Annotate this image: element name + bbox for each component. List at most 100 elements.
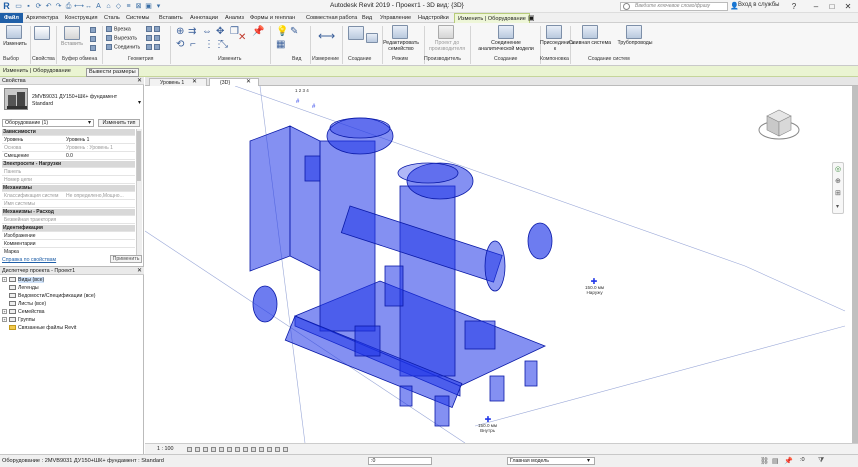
lock-view-icon[interactable] (243, 447, 248, 452)
panel-select[interactable]: Выбор (3, 56, 19, 62)
tab-insert[interactable]: Вставить (159, 13, 183, 23)
select-pinned-icon[interactable]: 📌 (784, 457, 793, 465)
join-button[interactable]: Соединить (106, 44, 140, 50)
thin-lines-icon[interactable]: ≡ (124, 2, 133, 11)
print-icon[interactable]: ⎙ (64, 2, 73, 11)
select-underlay-icon[interactable]: ▤ (772, 457, 779, 465)
reveal-hidden-icon[interactable] (259, 447, 264, 452)
tab-manage[interactable]: Управление (380, 13, 411, 23)
viewcube-icon[interactable] (757, 100, 801, 144)
dimension-icon[interactable]: ↔ (84, 2, 93, 11)
sync-icon[interactable]: ⟳ (34, 2, 43, 11)
scale-icon[interactable]: ⤡ (220, 39, 228, 50)
tab-level-1-close-icon[interactable]: ✕ (192, 78, 197, 85)
graphics-icon[interactable]: ▦ (276, 39, 285, 50)
tab-collaborate[interactable]: Совместная работа (306, 13, 357, 23)
rotate-icon[interactable]: ⟲ (176, 39, 184, 50)
property-row[interactable]: Номер цепи (2, 177, 135, 184)
connect-analytic-icon[interactable] (498, 25, 514, 39)
property-group[interactable]: Зависимости (2, 129, 135, 136)
tab-annotate[interactable]: Аннотации (190, 13, 218, 23)
expand-icon[interactable]: + (2, 309, 7, 315)
section-icon[interactable]: ◇ (114, 2, 123, 11)
detail-level-icon[interactable] (187, 447, 192, 452)
text-icon[interactable]: A (94, 2, 103, 11)
edit-type-button[interactable]: Изменить тип (98, 119, 140, 127)
navbar-menu-icon[interactable]: ▾ (836, 203, 839, 210)
redo-icon[interactable]: ↷ (54, 2, 63, 11)
match-icon[interactable] (90, 45, 98, 51)
property-row[interactable]: Смещение 0.0 (2, 153, 135, 160)
crop-view-icon[interactable] (227, 447, 232, 452)
switch-windows-icon[interactable]: ▣ (144, 2, 153, 11)
property-value[interactable]: Уровень 1 (66, 137, 89, 144)
cut-icon[interactable] (90, 36, 98, 42)
filter-dropdown-icon[interactable]: ▾ (88, 119, 91, 126)
property-group[interactable]: Электросети - Нагрузки (2, 161, 135, 168)
property-value[interactable]: 0.0 (66, 153, 73, 160)
cut-geometry-button[interactable]: Вырезать (106, 35, 137, 41)
property-group[interactable]: Идентификация (2, 225, 135, 232)
ribbon-toggle-icon[interactable]: ▣ (528, 14, 535, 22)
filter-icon[interactable]: ⧩ (818, 457, 824, 465)
property-row[interactable]: Имя системы (2, 201, 135, 208)
align-icon[interactable]: ⊕ (176, 26, 184, 37)
qa-dropdown-icon[interactable]: ▾ (154, 2, 163, 11)
filter-count[interactable]: :0 (800, 457, 805, 463)
modify-button-label[interactable]: Изменить (1, 41, 29, 47)
shadows-icon[interactable] (211, 447, 216, 452)
hide-icon[interactable]: 💡 (276, 26, 288, 37)
tab-structure[interactable]: Конструкция (65, 13, 97, 23)
properties-icon[interactable] (34, 26, 50, 40)
highlight-displacement-icon[interactable] (275, 447, 280, 452)
expand-icon[interactable]: + (2, 317, 7, 323)
property-row[interactable]: Комментарии (2, 241, 135, 248)
measure-tool-icon[interactable]: ⟷ (318, 29, 335, 43)
browser-item[interactable]: Легенды (2, 285, 39, 292)
geom-tool-2[interactable] (146, 35, 162, 41)
close-icon[interactable]: ✕ (842, 1, 854, 12)
piping-icon[interactable] (626, 25, 642, 39)
analytical-model-icon[interactable] (267, 447, 272, 452)
workset-field[interactable]: :0 (368, 457, 432, 465)
properties-close-icon[interactable]: ✕ (137, 77, 142, 84)
undo-icon[interactable]: ↶ (44, 2, 53, 11)
property-row[interactable]: Изображение (2, 233, 135, 240)
browser-item[interactable]: Листы (все) (2, 301, 46, 308)
tab-massing[interactable]: Формы и генплан (250, 13, 295, 23)
property-group[interactable]: Механизмы - Расход (2, 209, 135, 216)
browser-item[interactable]: + Семейства (2, 309, 45, 316)
property-row[interactable]: Классификация систем Не определено,Мощно.… (2, 193, 135, 200)
help-icon[interactable]: ? (788, 1, 800, 12)
property-row[interactable]: Основа Уровень : Уровень 1 (2, 145, 135, 152)
temp-hide-icon[interactable] (251, 447, 256, 452)
tab-analyze[interactable]: Анализ (225, 13, 244, 23)
tab-3d[interactable]: {3D} (209, 78, 259, 86)
properties-help-link[interactable]: Справка по свойствам (2, 257, 56, 263)
show-crop-icon[interactable] (235, 447, 240, 452)
edit-family-label[interactable]: Редактировать семейство (380, 40, 422, 52)
property-group[interactable]: Механизмы (2, 185, 135, 192)
steering-wheel-icon[interactable]: ◎ (835, 165, 841, 173)
tab-architecture[interactable]: Архитектура (26, 13, 58, 23)
revit-logo-icon[interactable]: R (2, 2, 11, 11)
sanitary-system-label[interactable]: Сливная система (566, 40, 614, 46)
property-row[interactable]: Панель (2, 169, 135, 176)
piping-label[interactable]: Трубопроводы (612, 40, 658, 46)
view-canvas[interactable]: ✚ ✚ # # 1 2 3 4 150.0 мм Наружу 150.0 мм… (145, 86, 858, 443)
tab-steel[interactable]: Сталь (104, 13, 120, 23)
mirror-icon[interactable]: ⇔ (202, 26, 212, 37)
create-group-icon[interactable] (366, 33, 378, 43)
delete-icon[interactable]: ✕ (238, 32, 246, 43)
paste-button-label[interactable]: Вставить (58, 41, 86, 47)
create-assembly-icon[interactable] (348, 26, 364, 40)
zoom-region-icon[interactable]: ⊞ (835, 189, 841, 197)
visual-style-icon[interactable] (195, 447, 200, 452)
property-row[interactable]: Безвейная траектория (2, 217, 135, 224)
tab-view[interactable]: Вид (362, 13, 372, 23)
viewcube[interactable] (757, 100, 801, 144)
type-dropdown-icon[interactable]: ▾ (138, 99, 141, 106)
open-icon[interactable]: ▭ (14, 2, 23, 11)
tab-file[interactable]: Файл (0, 13, 23, 23)
properties-scroll-thumb[interactable] (137, 131, 141, 181)
